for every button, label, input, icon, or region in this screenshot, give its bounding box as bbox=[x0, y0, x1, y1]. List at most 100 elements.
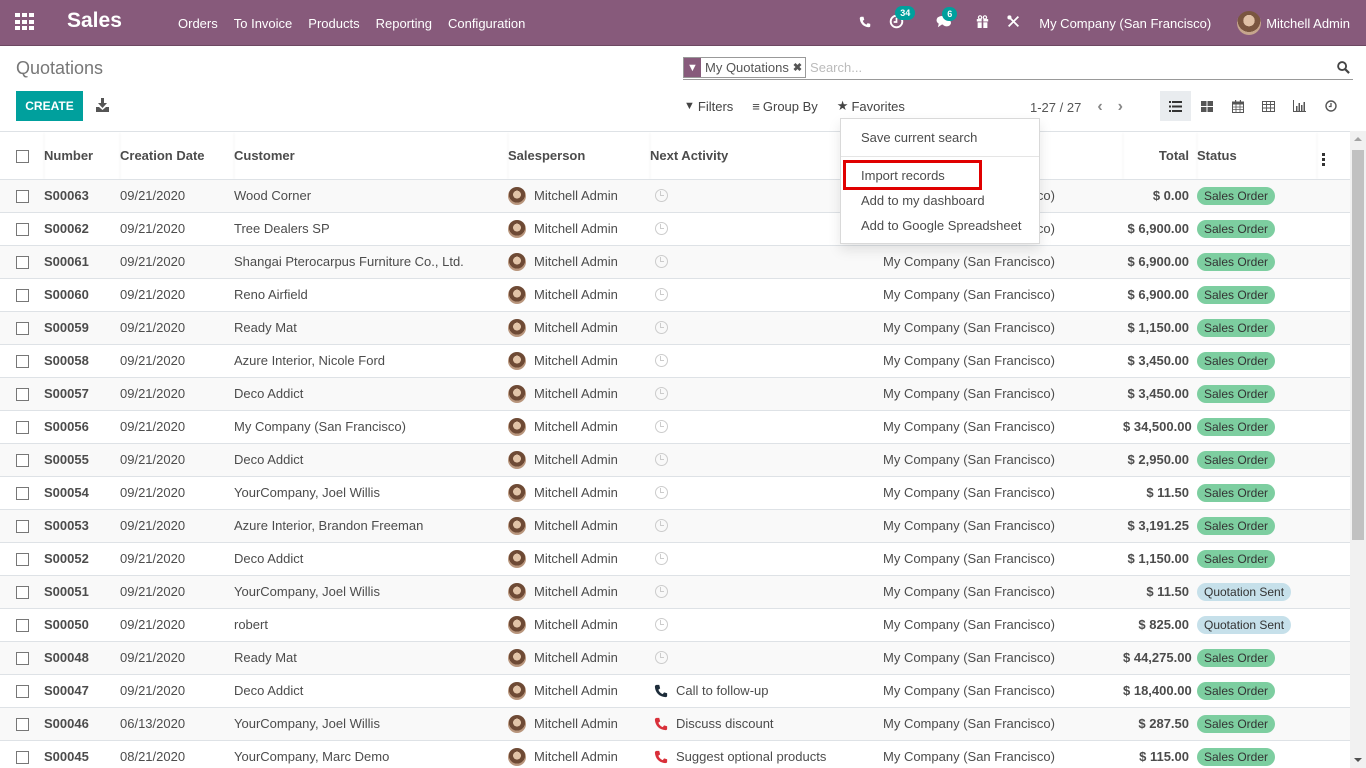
schedule-activity-icon[interactable] bbox=[655, 420, 668, 433]
table-row[interactable]: S00052 09/21/2020 Deco Addict Mitchell Admi… bbox=[0, 541, 1350, 575]
row-checkbox[interactable] bbox=[16, 256, 29, 270]
filters-button[interactable]: ▼ Filters bbox=[684, 99, 733, 114]
apps-menu-icon[interactable] bbox=[15, 13, 34, 31]
company-switcher[interactable]: My Company (San Francisco) bbox=[1039, 16, 1211, 31]
menu-item-products[interactable]: Products bbox=[300, 16, 367, 31]
vertical-scrollbar[interactable] bbox=[1350, 131, 1366, 768]
table-row[interactable]: S00060 09/21/2020 Reno Airfield Mitchell Ad… bbox=[0, 277, 1350, 311]
table-row[interactable]: S00059 09/21/2020 Ready Mat Mitchell Admin M… bbox=[0, 310, 1350, 344]
row-checkbox[interactable] bbox=[16, 355, 29, 369]
download-icon[interactable] bbox=[96, 98, 109, 112]
schedule-activity-icon[interactable] bbox=[655, 552, 668, 565]
list-view-icon[interactable] bbox=[1160, 91, 1191, 121]
row-select[interactable] bbox=[0, 310, 44, 344]
row-select[interactable] bbox=[0, 706, 44, 740]
calendar-view-icon[interactable] bbox=[1222, 91, 1253, 121]
table-row[interactable]: S00051 09/21/2020 YourCompany, Joel Willis… bbox=[0, 574, 1350, 608]
activity-summary[interactable]: Call to follow-up bbox=[676, 683, 769, 698]
pager-value[interactable]: 1-27 / 27 bbox=[1030, 100, 1081, 115]
table-row[interactable]: S00047 09/21/2020 Deco Addict Mitchell Admi… bbox=[0, 673, 1350, 707]
row-checkbox[interactable] bbox=[16, 520, 29, 534]
search-input[interactable] bbox=[810, 60, 1337, 75]
table-row[interactable]: S00046 06/13/2020 YourCompany, Joel Willis… bbox=[0, 706, 1350, 740]
row-checkbox[interactable] bbox=[16, 223, 29, 237]
table-row[interactable]: S00054 09/21/2020 YourCompany, Joel Willis… bbox=[0, 475, 1350, 509]
row-checkbox[interactable] bbox=[16, 454, 29, 468]
column-header-number[interactable]: Number bbox=[44, 132, 120, 180]
facet-remove-icon[interactable]: ✖ bbox=[793, 61, 805, 74]
row-select[interactable] bbox=[0, 442, 44, 476]
row-select[interactable] bbox=[0, 343, 44, 377]
menu-item-configuration[interactable]: Configuration bbox=[440, 16, 533, 31]
schedule-activity-icon[interactable] bbox=[655, 585, 668, 598]
table-row[interactable]: S00048 09/21/2020 Ready Mat Mitchell Admin M… bbox=[0, 640, 1350, 674]
graph-view-icon[interactable] bbox=[1284, 91, 1315, 121]
phone-call-activity-icon[interactable] bbox=[654, 717, 668, 731]
table-row[interactable]: S00055 09/21/2020 Deco Addict Mitchell Admi… bbox=[0, 442, 1350, 476]
groupby-button[interactable]: ≡ Group By bbox=[752, 99, 818, 114]
row-checkbox[interactable] bbox=[16, 190, 29, 204]
favorites-button[interactable]: ★ Favorites bbox=[837, 98, 905, 114]
activity-view-icon[interactable] bbox=[1315, 91, 1346, 121]
row-select[interactable] bbox=[0, 574, 44, 608]
activity-clock-icon[interactable]: 34 bbox=[880, 6, 916, 32]
table-row[interactable]: S00062 09/21/2020 Tree Dealers SP Mitchell … bbox=[0, 211, 1350, 245]
debug-tools-icon[interactable] bbox=[998, 15, 1029, 31]
row-checkbox[interactable] bbox=[16, 718, 29, 732]
schedule-activity-icon[interactable] bbox=[655, 651, 668, 664]
row-select[interactable] bbox=[0, 739, 44, 768]
row-checkbox[interactable] bbox=[16, 421, 29, 435]
vertical-dots-icon[interactable] bbox=[1322, 153, 1326, 167]
row-checkbox[interactable] bbox=[16, 553, 29, 567]
add-to-google-spreadsheet-item[interactable]: Add to Google Spreadsheet bbox=[861, 218, 1021, 233]
menu-item-orders[interactable]: Orders bbox=[170, 16, 226, 31]
row-checkbox[interactable] bbox=[16, 586, 29, 600]
row-checkbox[interactable] bbox=[16, 685, 29, 699]
schedule-activity-icon[interactable] bbox=[655, 486, 668, 499]
activity-summary[interactable]: Discuss discount bbox=[676, 716, 774, 731]
schedule-activity-icon[interactable] bbox=[655, 321, 668, 334]
app-name[interactable]: Sales bbox=[67, 9, 122, 33]
activity-summary[interactable]: Suggest optional products bbox=[676, 749, 826, 764]
schedule-activity-icon[interactable] bbox=[655, 288, 668, 301]
row-select[interactable] bbox=[0, 607, 44, 641]
kanban-view-icon[interactable] bbox=[1191, 91, 1222, 121]
column-header-creation-date[interactable]: Creation Date bbox=[120, 132, 234, 180]
save-current-search-item[interactable]: Save current search bbox=[861, 130, 977, 145]
row-select[interactable] bbox=[0, 376, 44, 410]
gift-icon[interactable] bbox=[967, 15, 998, 31]
schedule-activity-icon[interactable] bbox=[655, 519, 668, 532]
table-row[interactable]: S00061 09/21/2020 Shangai Pterocarpus Furn… bbox=[0, 244, 1350, 278]
row-checkbox[interactable] bbox=[16, 322, 29, 336]
phone-call-activity-icon[interactable] bbox=[654, 684, 668, 698]
column-header-salesperson[interactable]: Salesperson bbox=[508, 132, 650, 180]
menu-item-to-invoice[interactable]: To Invoice bbox=[226, 16, 301, 31]
select-all[interactable] bbox=[0, 132, 44, 180]
import-records-item[interactable]: Import records bbox=[861, 168, 945, 183]
row-checkbox[interactable] bbox=[16, 289, 29, 303]
row-checkbox[interactable] bbox=[16, 751, 29, 765]
table-row[interactable]: S00045 08/21/2020 YourCompany, Marc Demo Mi… bbox=[0, 739, 1350, 768]
row-select[interactable] bbox=[0, 277, 44, 311]
menu-item-reporting[interactable]: Reporting bbox=[368, 16, 440, 31]
user-menu[interactable]: Mitchell Admin bbox=[1237, 11, 1350, 35]
row-checkbox[interactable] bbox=[16, 619, 29, 633]
row-select[interactable] bbox=[0, 640, 44, 674]
pivot-view-icon[interactable] bbox=[1253, 91, 1284, 121]
row-select[interactable] bbox=[0, 178, 44, 212]
schedule-activity-icon[interactable] bbox=[655, 255, 668, 268]
create-button[interactable]: CREATE bbox=[16, 91, 83, 121]
pager-previous-icon[interactable]: ‹ bbox=[1097, 98, 1102, 116]
row-select[interactable] bbox=[0, 673, 44, 707]
add-to-dashboard-item[interactable]: Add to my dashboard bbox=[861, 193, 985, 208]
row-select[interactable] bbox=[0, 508, 44, 542]
table-row[interactable]: S00058 09/21/2020 Azure Interior, Nicole F… bbox=[0, 343, 1350, 377]
table-row[interactable]: S00056 09/21/2020 My Company (San Francisc… bbox=[0, 409, 1350, 443]
scroll-down-arrow[interactable] bbox=[1354, 758, 1362, 762]
row-select[interactable] bbox=[0, 244, 44, 278]
messages-icon[interactable]: 6 bbox=[927, 6, 961, 32]
schedule-activity-icon[interactable] bbox=[655, 387, 668, 400]
select-all-checkbox[interactable] bbox=[16, 149, 29, 163]
column-header-status[interactable]: Status bbox=[1197, 132, 1317, 180]
row-checkbox[interactable] bbox=[16, 652, 29, 666]
